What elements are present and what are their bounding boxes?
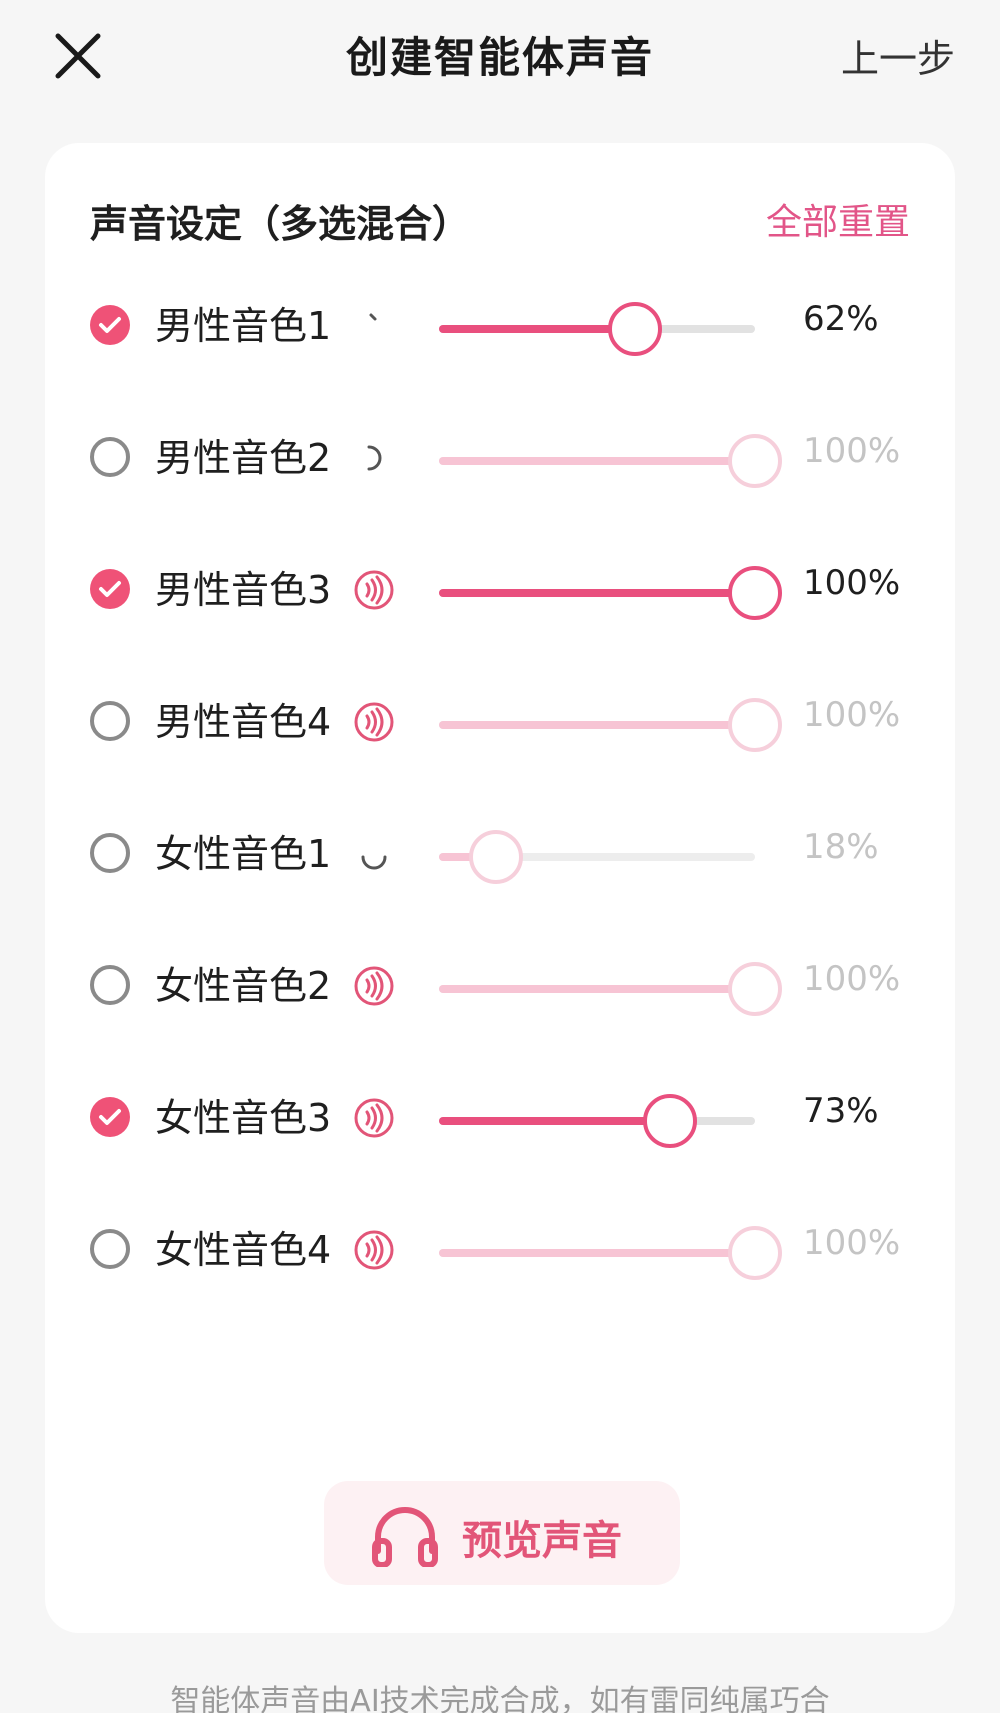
headphones-icon: [372, 1507, 438, 1567]
checkmark-icon: [99, 317, 121, 333]
voice-name: 女性音色2: [155, 964, 332, 1008]
sound-wave-icon[interactable]: [353, 701, 395, 743]
voice-row: 女性音色1 18%: [45, 803, 955, 903]
volume-slider[interactable]: [439, 566, 782, 620]
reset-all-button[interactable]: 全部重置: [766, 193, 910, 245]
voice-name: 女性音色1: [155, 832, 332, 876]
slider-fill: [439, 325, 635, 333]
slider-fill: [439, 589, 755, 597]
slider-knob[interactable]: [728, 962, 782, 1016]
sound-wave-icon[interactable]: [353, 965, 395, 1007]
volume-slider[interactable]: [439, 830, 755, 884]
slider-fill: [439, 1249, 755, 1257]
voice-row: 男性音色4 100%: [45, 671, 955, 771]
percent-label: 100%: [803, 959, 901, 999]
voice-name: 男性音色4: [155, 700, 332, 744]
voice-name: 男性音色1: [155, 304, 332, 348]
voice-settings-card: 声音设定（多选混合） 全部重置 男性音色1 62% 男性音色2 100% 男性音色3 10…: [45, 143, 955, 1633]
voice-name: 男性音色3: [155, 568, 332, 612]
checkbox-checked[interactable]: [90, 569, 130, 609]
loading-spinner-icon[interactable]: [353, 833, 395, 875]
slider-fill: [439, 457, 755, 465]
card-title: 声音设定（多选混合）: [90, 202, 471, 246]
checkbox-unchecked[interactable]: [90, 437, 130, 477]
checkmark-icon: [99, 1109, 121, 1125]
checkmark-icon: [99, 581, 121, 597]
slider-fill: [439, 1117, 670, 1125]
voice-name: 男性音色2: [155, 436, 332, 480]
voice-row: 男性音色1 62%: [45, 275, 955, 375]
checkbox-unchecked[interactable]: [90, 833, 130, 873]
slider-knob[interactable]: [728, 1226, 782, 1280]
footer-note: 智能体声音由AI技术完成合成，如有雷同纯属巧合: [170, 1684, 830, 1713]
percent-label: 62%: [803, 299, 879, 339]
voice-name: 女性音色4: [155, 1228, 332, 1272]
percent-label: 100%: [803, 1223, 901, 1263]
volume-slider[interactable]: [439, 1094, 755, 1148]
slider-knob[interactable]: [728, 566, 782, 620]
voice-row: 女性音色4 100%: [45, 1199, 955, 1299]
slider-knob[interactable]: [728, 698, 782, 752]
slider-knob[interactable]: [469, 830, 523, 884]
prev-step-button[interactable]: 上一步: [841, 28, 955, 83]
slider-knob[interactable]: [608, 302, 662, 356]
sound-wave-icon[interactable]: [353, 1229, 395, 1271]
loading-spinner-icon[interactable]: [353, 305, 395, 347]
card-header: 声音设定（多选混合） 全部重置: [90, 187, 910, 247]
percent-label: 100%: [803, 563, 901, 603]
volume-slider[interactable]: [439, 302, 755, 356]
sound-wave-icon[interactable]: [353, 1097, 395, 1139]
percent-label: 100%: [803, 695, 901, 735]
checkbox-checked[interactable]: [90, 1097, 130, 1137]
preview-voice-button[interactable]: 预览声音: [324, 1481, 680, 1585]
loading-spinner-icon[interactable]: [353, 437, 395, 479]
volume-slider[interactable]: [439, 1226, 782, 1280]
voice-row: 女性音色3 73%: [45, 1067, 955, 1167]
checkbox-unchecked[interactable]: [90, 1229, 130, 1269]
checkbox-unchecked[interactable]: [90, 965, 130, 1005]
preview-voice-label: 预览声音: [462, 1518, 622, 1564]
slider-fill: [439, 985, 755, 993]
volume-slider[interactable]: [439, 434, 782, 488]
sound-wave-icon[interactable]: [353, 569, 395, 611]
voice-name: 女性音色3: [155, 1096, 332, 1140]
volume-slider[interactable]: [439, 698, 782, 752]
volume-slider[interactable]: [439, 962, 782, 1016]
percent-label: 18%: [803, 827, 879, 867]
voice-row: 女性音色2 100%: [45, 935, 955, 1035]
voice-row: 男性音色2 100%: [45, 407, 955, 507]
percent-label: 100%: [803, 431, 901, 471]
percent-label: 73%: [803, 1091, 879, 1131]
slider-knob[interactable]: [728, 434, 782, 488]
slider-fill: [439, 721, 755, 729]
checkbox-checked[interactable]: [90, 305, 130, 345]
voice-row: 男性音色3 100%: [45, 539, 955, 639]
slider-knob[interactable]: [643, 1094, 697, 1148]
checkbox-unchecked[interactable]: [90, 701, 130, 741]
top-bar: 创建智能体声音 上一步: [0, 0, 1000, 110]
